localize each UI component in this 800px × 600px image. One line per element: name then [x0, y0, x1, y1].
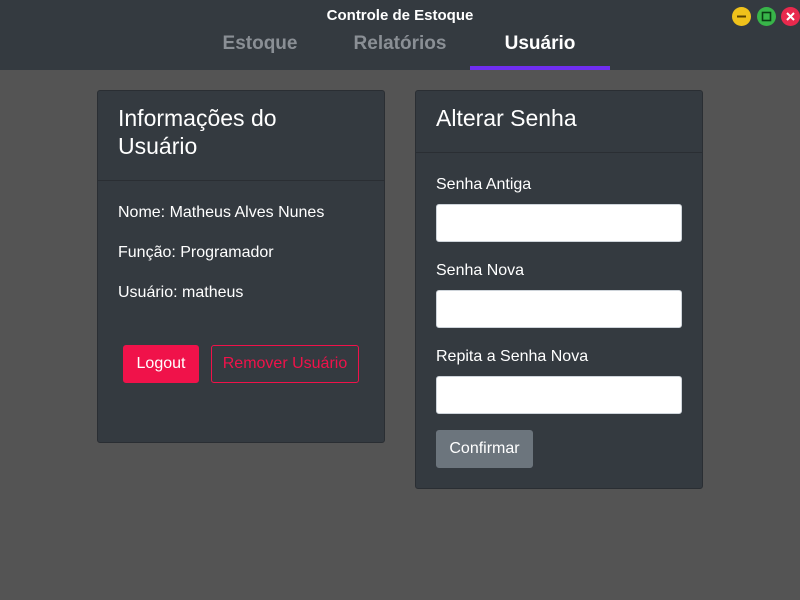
- active-tab-indicator: [470, 66, 610, 70]
- maximize-icon: [761, 11, 772, 22]
- repeat-password-label: Repita a Senha Nova: [436, 348, 589, 365]
- close-button[interactable]: [781, 7, 800, 26]
- user-username: Usuário: matheus: [118, 284, 244, 301]
- user-role: Função: Programador: [118, 244, 274, 261]
- new-password-label: Senha Nova: [436, 262, 525, 279]
- title-bar: Controle de Estoque Estoque Relatórios U…: [0, 0, 800, 70]
- minimize-icon: [737, 15, 746, 18]
- tab-estoque[interactable]: Estoque: [200, 30, 320, 70]
- user-info-header: Informações do Usuário: [98, 91, 384, 181]
- change-password-title: Alterar Senha: [436, 105, 577, 131]
- maximize-button[interactable]: [757, 7, 776, 26]
- close-icon: [786, 12, 795, 21]
- remove-user-button[interactable]: Remover Usuário: [211, 345, 359, 383]
- old-password-label: Senha Antiga: [436, 176, 532, 193]
- old-password-input[interactable]: [436, 204, 682, 242]
- user-name: Nome: Matheus Alves Nunes: [118, 204, 325, 221]
- confirm-button[interactable]: Confirmar: [436, 430, 533, 468]
- user-info-card: Informações do Usuário Nome: Matheus Alv…: [97, 90, 385, 443]
- logout-button[interactable]: Logout: [123, 345, 199, 383]
- repeat-password-input[interactable]: [436, 376, 682, 414]
- new-password-input[interactable]: [436, 290, 682, 328]
- change-password-card: Alterar Senha Senha Antiga Senha Nova Re…: [415, 90, 703, 489]
- window-title: Controle de Estoque: [326, 7, 474, 24]
- tab-relatorios[interactable]: Relatórios: [340, 30, 460, 70]
- change-password-header: Alterar Senha: [416, 91, 702, 153]
- user-info-title: Informações do Usuário: [118, 105, 277, 159]
- tab-bar: Estoque Relatórios Usuário: [0, 30, 800, 70]
- tab-usuario[interactable]: Usuário: [470, 30, 610, 70]
- minimize-button[interactable]: [732, 7, 751, 26]
